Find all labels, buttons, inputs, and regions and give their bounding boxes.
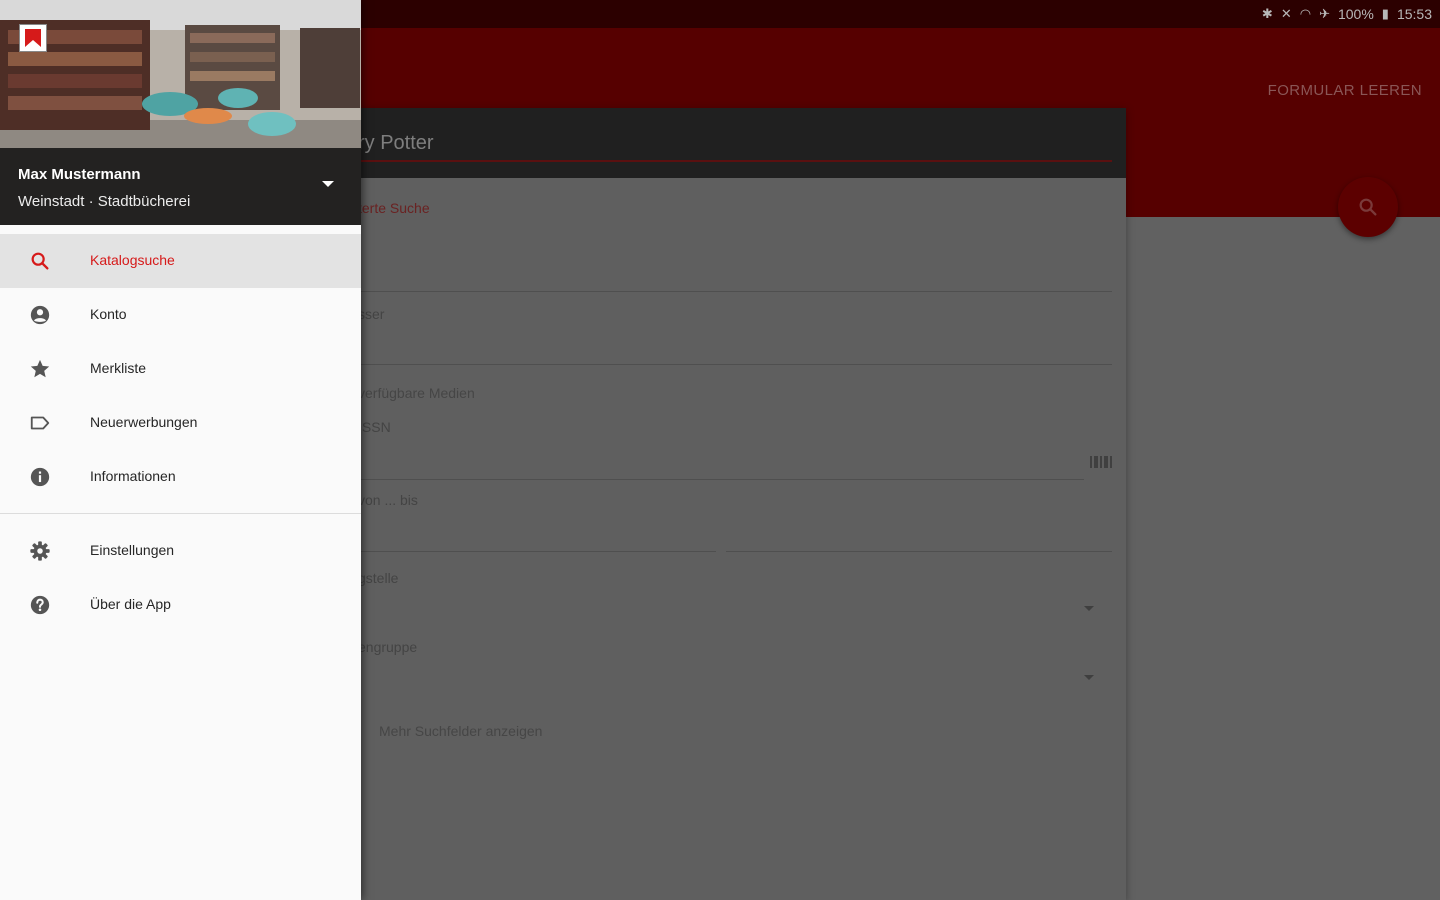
wifi-icon: ◠ — [1299, 6, 1312, 21]
year-from-field[interactable] — [358, 551, 716, 552]
nav-item-ueber-die-app[interactable]: Über die App — [0, 578, 361, 632]
field-underline — [358, 291, 1112, 292]
battery-icon: ▮ — [1381, 6, 1389, 21]
nav-item-label: Einstellungen — [90, 542, 175, 558]
mute-icon: ✕ — [1280, 6, 1292, 21]
nav-item-label: Über die App — [90, 596, 171, 612]
airplane-icon: ✈ — [1319, 6, 1330, 21]
library-name: Weinstadt · Stadtbücherei — [18, 193, 191, 210]
nav-item-label: Katalogsuche — [90, 252, 175, 268]
media-group-label: engruppe — [358, 639, 418, 655]
bluetooth-icon: ✱ — [1261, 6, 1273, 21]
search-form-card: ry Potter terte Suche sser verfügbare Me… — [330, 108, 1126, 900]
clock: 15:53 — [1396, 6, 1432, 22]
bookmark-logo-icon — [25, 29, 41, 47]
info-icon — [28, 465, 52, 489]
search-input-underline — [358, 160, 1112, 162]
author-field-label: sser — [358, 306, 385, 322]
search-icon — [28, 249, 52, 273]
nav-item-einstellungen[interactable]: Einstellungen — [0, 524, 361, 578]
user-name: Max Mustermann — [18, 166, 141, 183]
app-logo — [19, 24, 47, 52]
nav-item-merkliste[interactable]: Merkliste — [0, 342, 361, 396]
search-fab[interactable] — [1338, 177, 1398, 237]
account-dropdown-icon[interactable] — [322, 181, 334, 187]
branch-dropdown-arrow-icon[interactable] — [1084, 606, 1094, 611]
help-icon — [28, 593, 52, 617]
nav-item-informationen[interactable]: Informationen — [0, 450, 361, 504]
battery-level: 100% — [1337, 6, 1374, 22]
account-info-overlay — [0, 148, 361, 225]
author-field[interactable] — [358, 364, 1112, 365]
year-range-label: von ... bis — [358, 492, 418, 508]
drawer-divider — [0, 513, 361, 514]
nav-item-label: Neuerwerbungen — [90, 414, 198, 430]
status-icons: ✱ ✕ ◠ ✈ 100% ▮ 15:53 — [1262, 5, 1432, 23]
account-circle-icon — [28, 303, 52, 327]
nav-item-katalogsuche[interactable]: Katalogsuche — [0, 234, 361, 288]
issn-field[interactable] — [358, 479, 1084, 480]
year-to-field[interactable] — [726, 551, 1112, 552]
nav-item-konto[interactable]: Konto — [0, 288, 361, 342]
star-icon — [28, 357, 52, 381]
more-fields-checkbox[interactable]: Mehr Suchfelder anzeigen — [379, 723, 542, 739]
branch-label: gstelle — [358, 570, 399, 586]
drawer-header: Max Mustermann Weinstadt · Stadtbücherei — [0, 0, 361, 225]
nav-item-neuerwerbungen[interactable]: Neuerwerbungen — [0, 396, 361, 450]
search-header: ry Potter — [330, 108, 1126, 178]
clear-form-button[interactable]: FORMULAR LEEREN — [1268, 82, 1422, 99]
nav-item-label: Konto — [90, 306, 127, 322]
available-media-checkbox[interactable]: verfügbare Medien — [358, 385, 475, 401]
label-outline-icon — [28, 411, 52, 435]
search-icon — [1359, 198, 1377, 216]
nav-item-label: Informationen — [90, 468, 176, 484]
barcode-scan-icon[interactable] — [1090, 456, 1114, 470]
media-group-dropdown-arrow-icon[interactable] — [1084, 675, 1094, 680]
issn-field-label: ISSN — [358, 419, 391, 435]
nav-item-label: Merkliste — [90, 360, 147, 376]
settings-icon — [28, 539, 52, 563]
advanced-search-link[interactable]: terte Suche — [358, 200, 430, 216]
navigation-drawer: Max Mustermann Weinstadt · Stadtbücherei… — [0, 0, 361, 900]
search-input[interactable]: ry Potter — [358, 132, 434, 155]
